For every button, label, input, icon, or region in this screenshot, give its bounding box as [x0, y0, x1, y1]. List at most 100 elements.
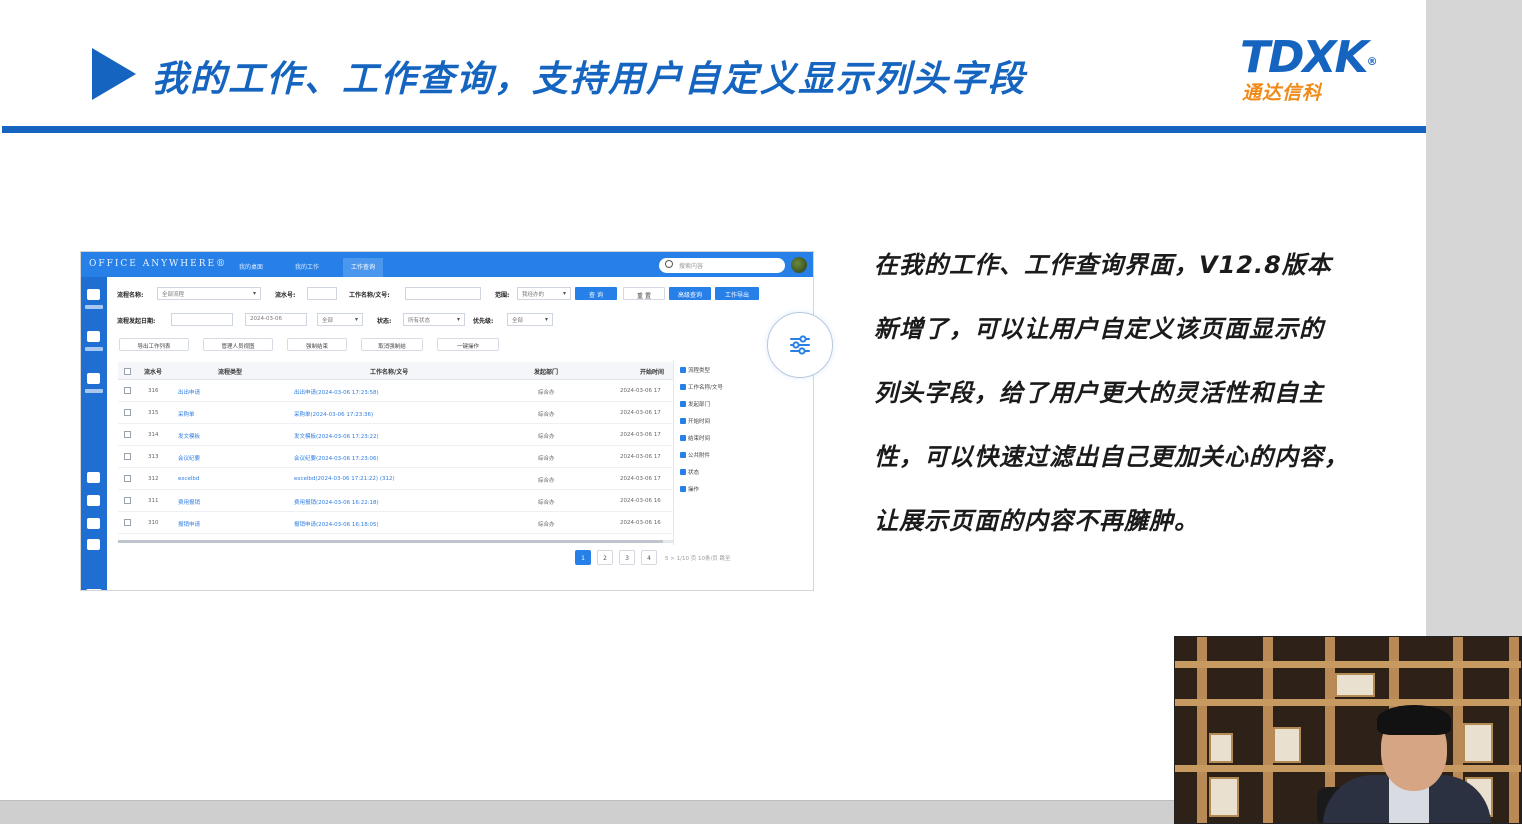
file-icon[interactable] [87, 495, 100, 506]
one-click-button[interactable]: 一键操作 [437, 338, 499, 351]
manager-view-button[interactable]: 管理人员视图 [203, 338, 273, 351]
monitor-icon[interactable] [87, 472, 100, 483]
pager-controls[interactable]: 5 > 1/10 页 10条/页 跳至 [665, 554, 731, 562]
table-row[interactable]: 314 发文模板 发文模板(2024-03-06 17:23:22) 综合办 2024-… [118, 424, 674, 446]
flow-no-label: 流水号: [275, 292, 296, 299]
cell-flow-type[interactable]: 费用报销 [178, 498, 200, 506]
certificate-frame [1209, 777, 1239, 817]
column-option[interactable]: 状态 [680, 468, 699, 476]
scope-select[interactable]: 我经办的 ▾ [517, 287, 571, 300]
shelf-board [1175, 699, 1521, 706]
cell-flow-type[interactable]: 采购单 [178, 410, 195, 418]
grid-icon[interactable] [87, 289, 100, 300]
search-input[interactable]: 搜索内容 [659, 258, 785, 273]
page-4[interactable]: 4 [641, 550, 657, 565]
table-row[interactable]: 312 excelbd excelbd(2024-03-06 17:21:22) (… [118, 468, 674, 490]
row-checkbox[interactable] [124, 519, 131, 526]
table-row[interactable]: 311 费用报销 费用报销(2024-03-06 16:22:18) 综合办 2024-… [118, 490, 674, 512]
horizontal-scrollbar[interactable] [118, 540, 674, 543]
column-option[interactable]: 公共附件 [680, 451, 710, 459]
column-option[interactable]: 结束时间 [680, 434, 710, 442]
row-checkbox[interactable] [124, 497, 131, 504]
column-settings-button[interactable] [767, 312, 833, 378]
cell-work-name[interactable]: 报销申请(2024-03-06 16:18:05) [294, 520, 379, 528]
col-flow-type[interactable]: 流程类型 [218, 367, 242, 376]
row-checkbox[interactable] [124, 387, 131, 394]
column-option-label: 流程类型 [688, 368, 711, 374]
row-checkbox[interactable] [124, 409, 131, 416]
cell-work-name[interactable]: excelbd(2024-03-06 17:21:22) (312) [294, 476, 395, 482]
export-list-button[interactable]: 导出工作列表 [119, 338, 189, 351]
checkbox-checked-icon[interactable] [680, 486, 686, 492]
cell-flow-type[interactable]: 出出申请 [178, 388, 200, 396]
cell-flow-type[interactable]: 发文模板 [178, 432, 200, 440]
message-icon[interactable] [87, 373, 100, 384]
start-date-to-value: 2024-03-06 [250, 316, 282, 322]
download-icon[interactable] [87, 518, 100, 529]
org-chart-icon[interactable] [87, 331, 100, 342]
checkbox-checked-icon[interactable] [680, 384, 686, 390]
search-placeholder: 搜索内容 [679, 263, 704, 270]
cell-work-name[interactable]: 会议纪要(2024-03-06 17:23:06) [294, 454, 379, 462]
column-option[interactable]: 操作 [680, 485, 699, 493]
col-serial[interactable]: 流水号 [144, 367, 162, 376]
start-date-to[interactable]: 2024-03-06 [245, 313, 307, 326]
col-start-time[interactable]: 开始时间 [640, 367, 664, 376]
advanced-query-button[interactable]: 高级查询 [669, 287, 711, 300]
date-range-select[interactable]: 全部 ▾ [317, 313, 363, 326]
tab-my-work[interactable]: 我的工作 [287, 258, 327, 277]
column-option[interactable]: 流程类型 [680, 366, 710, 374]
checkbox-checked-icon[interactable] [680, 469, 686, 475]
cell-work-name[interactable]: 出出申请(2024-03-06 17:23:58) [294, 388, 379, 396]
force-end-button[interactable]: 强制结束 [287, 338, 347, 351]
row-checkbox[interactable] [124, 453, 131, 460]
shirt-icon[interactable] [87, 539, 100, 550]
select-all-checkbox[interactable] [124, 368, 131, 375]
tab-work-query[interactable]: 工作查询 [343, 258, 384, 277]
row-checkbox[interactable] [124, 475, 131, 482]
scope-label: 范围: [495, 292, 510, 299]
col-dept[interactable]: 发起部门 [534, 367, 558, 376]
flow-no-input[interactable] [307, 287, 337, 300]
column-option[interactable]: 开始时间 [680, 417, 710, 425]
query-button[interactable]: 查 询 [575, 287, 617, 300]
table-row[interactable]: 316 出出申请 出出申请(2024-03-06 17:23:58) 综合办 2024-… [118, 380, 674, 402]
checkbox-checked-icon[interactable] [680, 401, 686, 407]
cell-work-name[interactable]: 采购单(2024-03-06 17:23:36) [294, 410, 373, 418]
row-checkbox[interactable] [124, 431, 131, 438]
tdxk-logo: TDXK® [1240, 36, 1378, 80]
page-3[interactable]: 3 [619, 550, 635, 565]
cancel-force-end-button[interactable]: 取消强制结 [361, 338, 423, 351]
cell-flow-type[interactable]: excelbd [178, 476, 199, 482]
table-row[interactable]: 315 采购单 采购单(2024-03-06 17:23:36) 综合办 2024-03… [118, 402, 674, 424]
scrollbar-thumb[interactable] [118, 540, 663, 543]
reset-button[interactable]: 重 置 [623, 287, 665, 300]
page-2[interactable]: 2 [597, 550, 613, 565]
priority-select[interactable]: 全部 ▾ [507, 313, 553, 326]
more-icon[interactable] [85, 589, 103, 590]
column-option-label: 结束时间 [688, 436, 711, 442]
column-option[interactable]: 发起部门 [680, 400, 710, 408]
column-option[interactable]: 工作名称/文号 [680, 383, 723, 391]
checkbox-checked-icon[interactable] [680, 367, 686, 373]
col-work-name[interactable]: 工作名称/文号 [370, 367, 408, 376]
flow-name-select[interactable]: 全部流程 ▾ [157, 287, 261, 300]
export-work-button[interactable]: 工作导出 [715, 287, 759, 300]
cell-flow-type[interactable]: 会议纪要 [178, 454, 200, 462]
page-1[interactable]: 1 [575, 550, 591, 565]
checkbox-checked-icon[interactable] [680, 435, 686, 441]
work-name-input[interactable] [405, 287, 481, 300]
table-row[interactable]: 310 报销申请 报销申请(2024-03-06 16:18:05) 综合办 2024-… [118, 512, 674, 534]
table-row[interactable]: 313 会议纪要 会议纪要(2024-03-06 17:23:06) 综合办 2024-… [118, 446, 674, 468]
tab-my-desktop[interactable]: 我的桌面 [231, 258, 271, 277]
shelf-board [1175, 765, 1521, 772]
checkbox-checked-icon[interactable] [680, 452, 686, 458]
start-date-from[interactable] [171, 313, 233, 326]
cell-flow-type[interactable]: 报销申请 [178, 520, 200, 528]
cell-work-name[interactable]: 费用报销(2024-03-06 16:22:18) [294, 498, 379, 506]
avatar[interactable] [791, 257, 807, 273]
checkbox-checked-icon[interactable] [680, 418, 686, 424]
status-select[interactable]: 所有状态 ▾ [403, 313, 465, 326]
cell-work-name[interactable]: 发文模板(2024-03-06 17:23:22) [294, 432, 379, 440]
cell-serial: 316 [148, 388, 159, 394]
